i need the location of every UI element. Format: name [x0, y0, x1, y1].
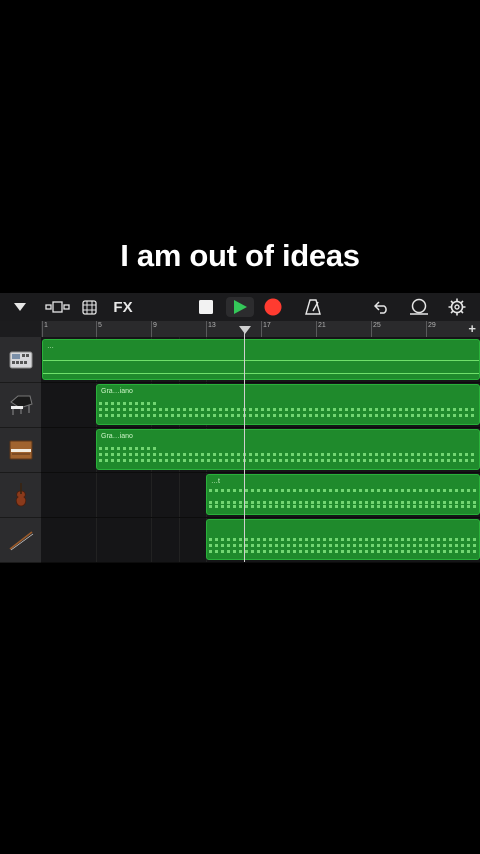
- bar-number: 21: [318, 322, 326, 329]
- metronome-button[interactable]: [303, 297, 323, 317]
- bar-number: 29: [428, 322, 436, 329]
- region-name: …t: [211, 478, 220, 485]
- region-bow[interactable]: [206, 519, 480, 560]
- chevron-down-icon: [14, 303, 26, 311]
- track-lane: Gra…iano: [41, 382, 480, 428]
- track-header-bow[interactable]: [0, 517, 41, 563]
- play-button[interactable]: [226, 297, 254, 317]
- region-name: …: [47, 343, 54, 350]
- metronome-icon: [305, 299, 321, 315]
- playhead-handle[interactable]: [239, 326, 251, 334]
- caption: I am out of ideas: [120, 238, 360, 273]
- track-header-grand-piano[interactable]: [0, 382, 41, 428]
- tracks-view-icon: [45, 301, 70, 313]
- mixer-button[interactable]: [79, 297, 99, 317]
- tracks-view-button[interactable]: [44, 297, 72, 317]
- bar-number: 17: [263, 322, 271, 329]
- track-lane: [41, 517, 480, 563]
- bar-number: 13: [208, 322, 216, 329]
- settings-button[interactable]: [446, 297, 468, 317]
- track-headers: [0, 337, 41, 563]
- track-lanes: … Gra…iano Gra…iano …t: [41, 337, 480, 563]
- region-drums[interactable]: …: [42, 339, 480, 380]
- undo-button[interactable]: [372, 297, 392, 317]
- loop-browser-button[interactable]: [408, 297, 430, 317]
- undo-icon: [374, 301, 387, 314]
- track-lane: …t: [41, 472, 480, 518]
- grid-icon: [81, 299, 97, 315]
- control-bar: FX: [0, 293, 480, 321]
- region-name: Gra…iano: [101, 388, 133, 395]
- fx-button[interactable]: FX: [110, 297, 136, 317]
- play-icon: [234, 300, 247, 314]
- stop-icon: [199, 300, 213, 314]
- region-upright-piano[interactable]: Gra…iano: [96, 429, 480, 470]
- drum-machine-icon: [9, 351, 32, 368]
- loop-icon: [410, 298, 428, 315]
- grand-piano-icon: [9, 395, 33, 415]
- bar-number: 1: [44, 322, 48, 329]
- bar-number: 5: [98, 322, 102, 329]
- region-name: Gra…iano: [101, 433, 133, 440]
- timeline-ruler[interactable]: 1 5 9 13 17 21 25 29 +: [41, 321, 480, 338]
- track-lane: …: [41, 337, 480, 383]
- my-songs-button[interactable]: [8, 297, 32, 317]
- bar-number: 25: [373, 322, 381, 329]
- stop-button[interactable]: [196, 297, 216, 317]
- gear-icon: [448, 298, 466, 316]
- playhead[interactable]: [244, 328, 245, 562]
- garageband-tracks-view: FX 1 5 9 13 17 21 25 29 + … Gra…iano Gra…: [0, 293, 480, 563]
- track-header-strings[interactable]: [0, 472, 41, 518]
- record-icon: [264, 298, 282, 316]
- record-button[interactable]: [262, 297, 284, 317]
- track-header-drums[interactable]: [0, 337, 41, 383]
- bow-icon: [9, 530, 33, 550]
- violin-icon: [15, 482, 26, 506]
- upright-piano-icon: [9, 440, 32, 459]
- track-header-upright-piano[interactable]: [0, 427, 41, 473]
- region-grand-piano[interactable]: Gra…iano: [96, 384, 480, 425]
- region-strings[interactable]: …t: [206, 474, 480, 515]
- add-section-button[interactable]: +: [468, 321, 476, 336]
- bar-number: 9: [153, 322, 157, 329]
- track-lane: Gra…iano: [41, 427, 480, 473]
